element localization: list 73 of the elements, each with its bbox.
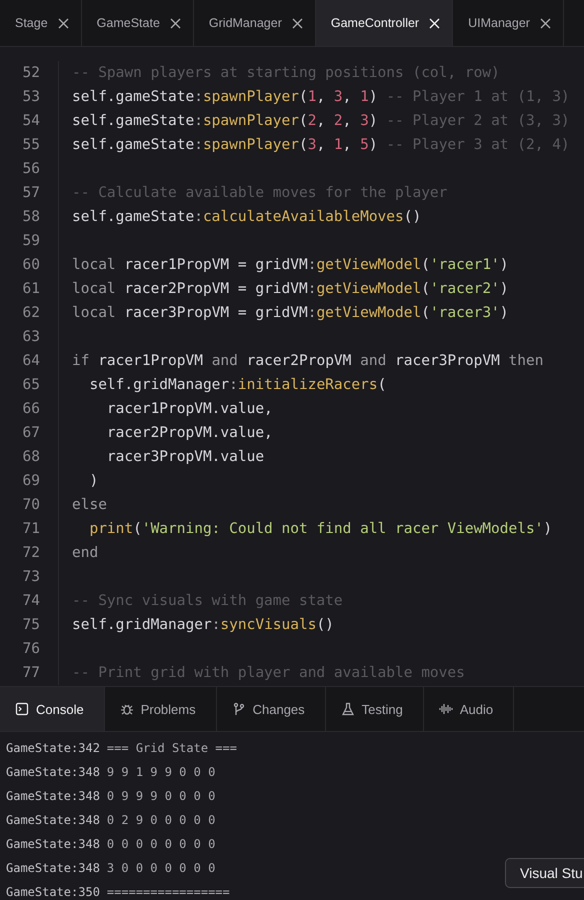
code-line: racer2PropVM.value, — [106, 425, 273, 441]
waveform-icon — [438, 702, 453, 716]
code-line: self.gridManager:syncVisuals() — [72, 617, 334, 633]
line-number: 60 — [22, 257, 40, 273]
editor-tab[interactable]: GameController — [316, 0, 454, 46]
line-number: 67 — [22, 425, 40, 441]
line-number: 64 — [22, 353, 40, 369]
line-number: 59 — [22, 233, 40, 249]
log-source: GameState:348 — [6, 765, 100, 779]
line-number: 66 — [22, 401, 40, 417]
log-message: 0 2 9 0 0 0 0 0 — [106, 813, 216, 827]
line-number: 63 — [22, 329, 40, 345]
code-line: self.gameState:spawnPlayer(2, 2, 3) -- Player 2 at (3, 3) — [72, 113, 570, 129]
code-line: self.gameState:spawnPlayer(1, 3, 1) -- Player 1 at (1, 3) — [72, 89, 570, 105]
code-line: -- Calculate available moves for the player — [72, 185, 448, 201]
log-message: 0 9 9 9 0 0 0 0 — [106, 789, 216, 803]
log-message: ================= — [106, 885, 230, 899]
code-line: -- Sync visuals with game state — [72, 593, 343, 609]
line-number: 71 — [22, 521, 40, 537]
code-line: racer1PropVM.value, — [106, 401, 273, 417]
log-source: GameState:348 — [6, 789, 100, 803]
log-message: === Grid State === — [106, 741, 237, 755]
log-message: 0 0 0 0 0 0 0 0 — [106, 837, 216, 851]
log-message: 3 0 0 0 0 0 0 0 — [106, 861, 216, 875]
line-number: 69 — [22, 473, 40, 489]
log-message: 9 9 1 9 9 0 0 0 — [106, 765, 216, 779]
code-line: racer3PropVM.value — [106, 449, 264, 465]
flask-icon — [340, 702, 355, 716]
code-line: ) — [88, 473, 98, 489]
code-line: -- Spawn players at starting positions (col, row) — [72, 65, 500, 81]
line-number: 58 — [22, 209, 40, 225]
code-line: else — [72, 497, 107, 513]
close-icon[interactable] — [170, 18, 181, 28]
log-source: GameState:350 — [6, 885, 100, 899]
code-line: self.gridManager:initializeRacers( — [88, 377, 386, 393]
line-number: 77 — [22, 665, 40, 681]
line-number: 61 — [22, 281, 40, 297]
code-line: local racer2PropVM = gridVM:getViewModel('racer2') — [72, 281, 509, 297]
bug-icon — [120, 702, 134, 716]
code-line: self.gameState:calculateAvailableMoves() — [72, 209, 422, 225]
line-number: 53 — [22, 89, 40, 105]
log-source: GameState:342 — [6, 741, 100, 755]
code-line: -- Print grid with player and available moves — [72, 665, 465, 681]
line-number: 56 — [22, 161, 40, 177]
code-line: print('Warning: Could not find all racer ViewModels') — [88, 521, 552, 537]
panel-tab[interactable]: Console — [0, 687, 105, 731]
line-number: 73 — [22, 569, 40, 585]
line-number: 68 — [22, 449, 40, 465]
terminal-icon — [15, 702, 29, 716]
line-number: 62 — [22, 305, 40, 321]
line-number: 74 — [22, 593, 40, 609]
line-number: 72 — [22, 545, 40, 561]
line-number: 55 — [22, 137, 40, 153]
code-line: local racer1PropVM = gridVM:getViewModel('racer1') — [72, 257, 509, 273]
line-number: 65 — [22, 377, 40, 393]
line-number: 76 — [22, 641, 40, 657]
branch-icon — [232, 702, 246, 716]
close-icon[interactable] — [58, 18, 69, 28]
code-line: end — [72, 545, 98, 561]
line-number: 75 — [22, 617, 40, 633]
close-icon[interactable] — [540, 18, 551, 28]
line-number: 57 — [22, 185, 40, 201]
tooltip: Visual Stu — [505, 858, 584, 888]
line-number: 52 — [22, 65, 40, 81]
line-number: 54 — [22, 113, 40, 129]
line-number: 70 — [22, 497, 40, 513]
code-line: self.gameState:spawnPlayer(3, 1, 5) -- Player 3 at (2, 4) — [72, 137, 570, 153]
code-line: local racer3PropVM = gridVM:getViewModel('racer3') — [72, 305, 509, 321]
log-source: GameState:348 — [6, 837, 100, 851]
log-source: GameState:348 — [6, 813, 100, 827]
close-icon[interactable] — [292, 18, 303, 28]
code-line: if racer1PropVM and racer2PropVM and racer3PropVM then — [72, 353, 544, 369]
log-source: GameState:348 — [6, 861, 100, 875]
